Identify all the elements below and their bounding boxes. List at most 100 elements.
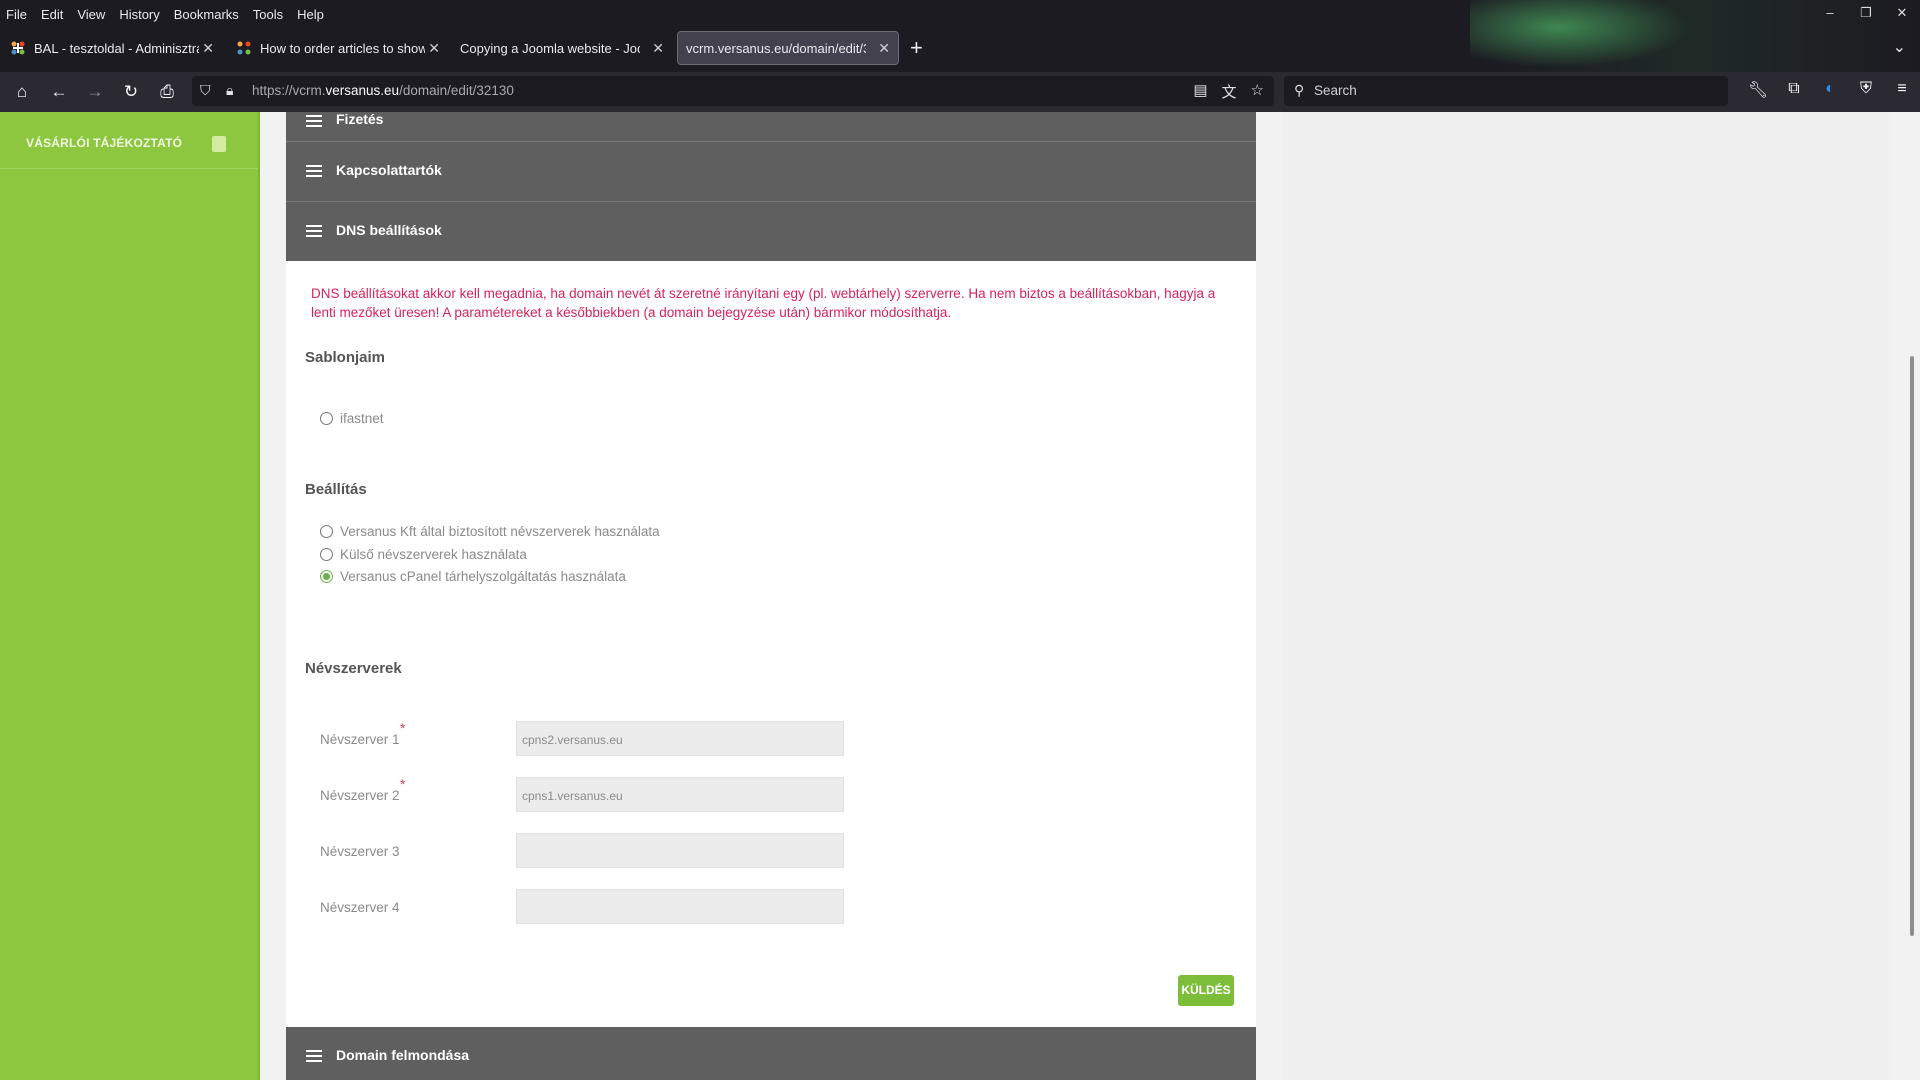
- setting-radio-external-ns[interactable]: Külső névszerverek használata: [320, 547, 527, 562]
- search-placeholder: Search: [1314, 83, 1357, 98]
- sidebar-item-vasarloi-tajekoztato[interactable]: VÁSÁRLÓI TÁJÉKOZTATÓ: [0, 112, 260, 169]
- radio-button[interactable]: [320, 548, 333, 561]
- url-bar-actions: ▤ 文 ☆: [1193, 81, 1264, 102]
- restore-icon[interactable]: ❐: [1848, 0, 1884, 28]
- radio-button[interactable]: [320, 525, 333, 538]
- menu-file[interactable]: File: [6, 7, 27, 22]
- tab-title: Copying a Joomla website - Joomla! Do: [460, 40, 640, 56]
- wrench-icon[interactable]: 🔧︎: [1740, 80, 1776, 100]
- chevron-down-icon[interactable]: ⌄: [1893, 37, 1906, 57]
- menu-view[interactable]: View: [77, 7, 105, 22]
- search-bar[interactable]: ⚲ Search: [1284, 76, 1728, 106]
- menu-help[interactable]: Help: [297, 7, 324, 22]
- accordion-title: Fizetés: [336, 112, 384, 127]
- close-tab-icon[interactable]: ✕: [428, 40, 440, 57]
- page-scrollbar[interactable]: [1910, 356, 1914, 936]
- nameservers-heading: Névszerverek: [305, 660, 402, 677]
- hamburger-icon: [306, 165, 322, 177]
- menu-tools[interactable]: Tools: [253, 7, 283, 22]
- right-panel: [1282, 112, 1890, 1080]
- minimize-icon[interactable]: –: [1812, 0, 1848, 28]
- accordion-title: Domain felmondása: [336, 1047, 470, 1063]
- navigation-bar: ⌂ ← → ↻ ⎙ ⛉ 🔒︎ https://vcrm.versanus.eu/…: [0, 72, 1920, 112]
- hamburger-icon: [306, 1050, 322, 1062]
- close-tab-icon[interactable]: ✕: [202, 40, 214, 57]
- edge-extension-icon[interactable]: ◐: [1812, 80, 1848, 100]
- tracking-protection-icon[interactable]: ⛉: [200, 82, 211, 99]
- hamburger-menu-icon[interactable]: ≡: [1884, 80, 1920, 100]
- nameserver-4-input[interactable]: [516, 889, 844, 924]
- nameserver-1-input[interactable]: cpns2.versanus.eu: [516, 721, 844, 756]
- reader-view-icon[interactable]: ▤: [1193, 81, 1207, 102]
- menu-history[interactable]: History: [119, 7, 159, 22]
- nameserver-1-label: Névszerver 1: [320, 732, 400, 747]
- menu-bar: File Edit View History Bookmarks Tools H…: [0, 0, 338, 28]
- tab-strip: BAL - tesztoldal - Adminisztráció ✕ How …: [0, 30, 1920, 68]
- print-icon[interactable]: ⎙: [155, 80, 179, 104]
- menu-edit[interactable]: Edit: [41, 7, 63, 22]
- back-icon[interactable]: ←: [47, 80, 71, 104]
- joomla-icon: [236, 40, 252, 56]
- radio-button-selected[interactable]: [320, 570, 333, 583]
- accordion-title: DNS beállítások: [336, 222, 442, 238]
- shield-extension-icon[interactable]: ⛨: [1848, 80, 1884, 100]
- sidebar: VÁSÁRLÓI TÁJÉKOZTATÓ: [0, 112, 260, 1080]
- hamburger-icon: [306, 115, 322, 127]
- radio-label: ifastnet: [340, 411, 384, 426]
- hamburger-icon: [306, 225, 322, 237]
- accordion-header-contacts[interactable]: Kapcsolattartók: [286, 142, 1256, 202]
- submit-button[interactable]: KÜLDÉS: [1178, 975, 1234, 1006]
- required-marker: *: [400, 720, 406, 736]
- accordion-header-payment[interactable]: Fizetés: [286, 112, 1256, 142]
- new-tab-icon[interactable]: +: [910, 35, 923, 61]
- document-icon: [212, 136, 226, 152]
- setting-heading: Beállítás: [305, 481, 367, 498]
- dns-notice: DNS beállításokat akkor kell megadnia, h…: [311, 286, 1216, 320]
- radio-label: Külső névszerverek használata: [340, 547, 527, 562]
- nameserver-2-label: Névszerver 2: [320, 788, 400, 803]
- tab-order-articles[interactable]: How to order articles to show Mos ✕: [226, 30, 448, 66]
- reload-icon[interactable]: ↻: [119, 80, 143, 104]
- required-marker: *: [400, 776, 406, 792]
- url-text[interactable]: https://vcrm.versanus.eu/domain/edit/321…: [252, 83, 514, 98]
- accordion-header-dns[interactable]: DNS beállítások: [286, 202, 1256, 261]
- close-tab-icon[interactable]: ✕: [878, 40, 890, 57]
- accordion-header-domain-cancel[interactable]: Domain felmondása: [286, 1027, 1256, 1080]
- radio-label: Versanus cPanel tárhelyszolgáltatás hasz…: [340, 569, 626, 584]
- home-icon[interactable]: ⌂: [10, 80, 34, 104]
- setting-radio-versanus-ns[interactable]: Versanus Kft által biztosított névszerve…: [320, 524, 660, 539]
- translate-icon[interactable]: 文: [1222, 81, 1237, 102]
- extensions-icon[interactable]: ⧉: [1776, 80, 1812, 100]
- close-window-icon[interactable]: ✕: [1884, 0, 1920, 28]
- domain-edit-card: Fizetés Kapcsolattartók DNS beállítások …: [286, 112, 1256, 1080]
- template-radio-ifastnet[interactable]: ifastnet: [320, 411, 384, 426]
- tab-copying-joomla[interactable]: Copying a Joomla website - Joomla! Do ✕: [450, 30, 672, 66]
- toolbar-extensions: 🔧︎ ⧉ ◐ ⛨ ≡: [1740, 80, 1920, 100]
- browser-chrome: File Edit View History Bookmarks Tools H…: [0, 0, 1920, 112]
- menu-bookmarks[interactable]: Bookmarks: [174, 7, 239, 22]
- window-controls: – ❐ ✕: [1812, 0, 1920, 28]
- tab-joomla-admin[interactable]: BAL - tesztoldal - Adminisztráció ✕: [0, 30, 222, 66]
- tab-vcrm-domain-edit[interactable]: vcrm.versanus.eu/domain/edit/32130 ✕: [677, 31, 899, 65]
- templates-heading: Sablonjaim: [305, 349, 386, 366]
- nameserver-4-label: Névszerver 4: [320, 900, 400, 915]
- nameserver-2-input[interactable]: cpns1.versanus.eu: [516, 777, 844, 812]
- bookmark-star-icon[interactable]: ☆: [1251, 81, 1264, 102]
- nameserver-3-label: Névszerver 3: [320, 844, 400, 859]
- tab-title: BAL - tesztoldal - Adminisztráció: [34, 40, 199, 56]
- joomla-icon: [10, 40, 26, 56]
- tab-title: How to order articles to show Mos: [260, 40, 425, 56]
- forward-icon[interactable]: →: [83, 80, 107, 104]
- nameserver-3-input[interactable]: [516, 833, 844, 868]
- radio-label: Versanus Kft által biztosított névszerve…: [340, 524, 660, 539]
- url-bar[interactable]: ⛉ 🔒︎ https://vcrm.versanus.eu/domain/edi…: [192, 76, 1274, 106]
- close-tab-icon[interactable]: ✕: [652, 40, 664, 57]
- sidebar-item-label: VÁSÁRLÓI TÁJÉKOZTATÓ: [26, 136, 183, 150]
- radio-button[interactable]: [320, 412, 333, 425]
- search-icon: ⚲: [1294, 82, 1305, 98]
- setting-radio-cpanel[interactable]: Versanus cPanel tárhelyszolgáltatás hasz…: [320, 569, 626, 584]
- accordion-title: Kapcsolattartók: [336, 162, 442, 178]
- lock-icon[interactable]: 🔒︎: [226, 82, 233, 99]
- page-viewport: VÁSÁRLÓI TÁJÉKOZTATÓ Fizetés Kapcsolatta…: [0, 112, 1920, 1080]
- tab-title: vcrm.versanus.eu/domain/edit/32130: [686, 40, 866, 56]
